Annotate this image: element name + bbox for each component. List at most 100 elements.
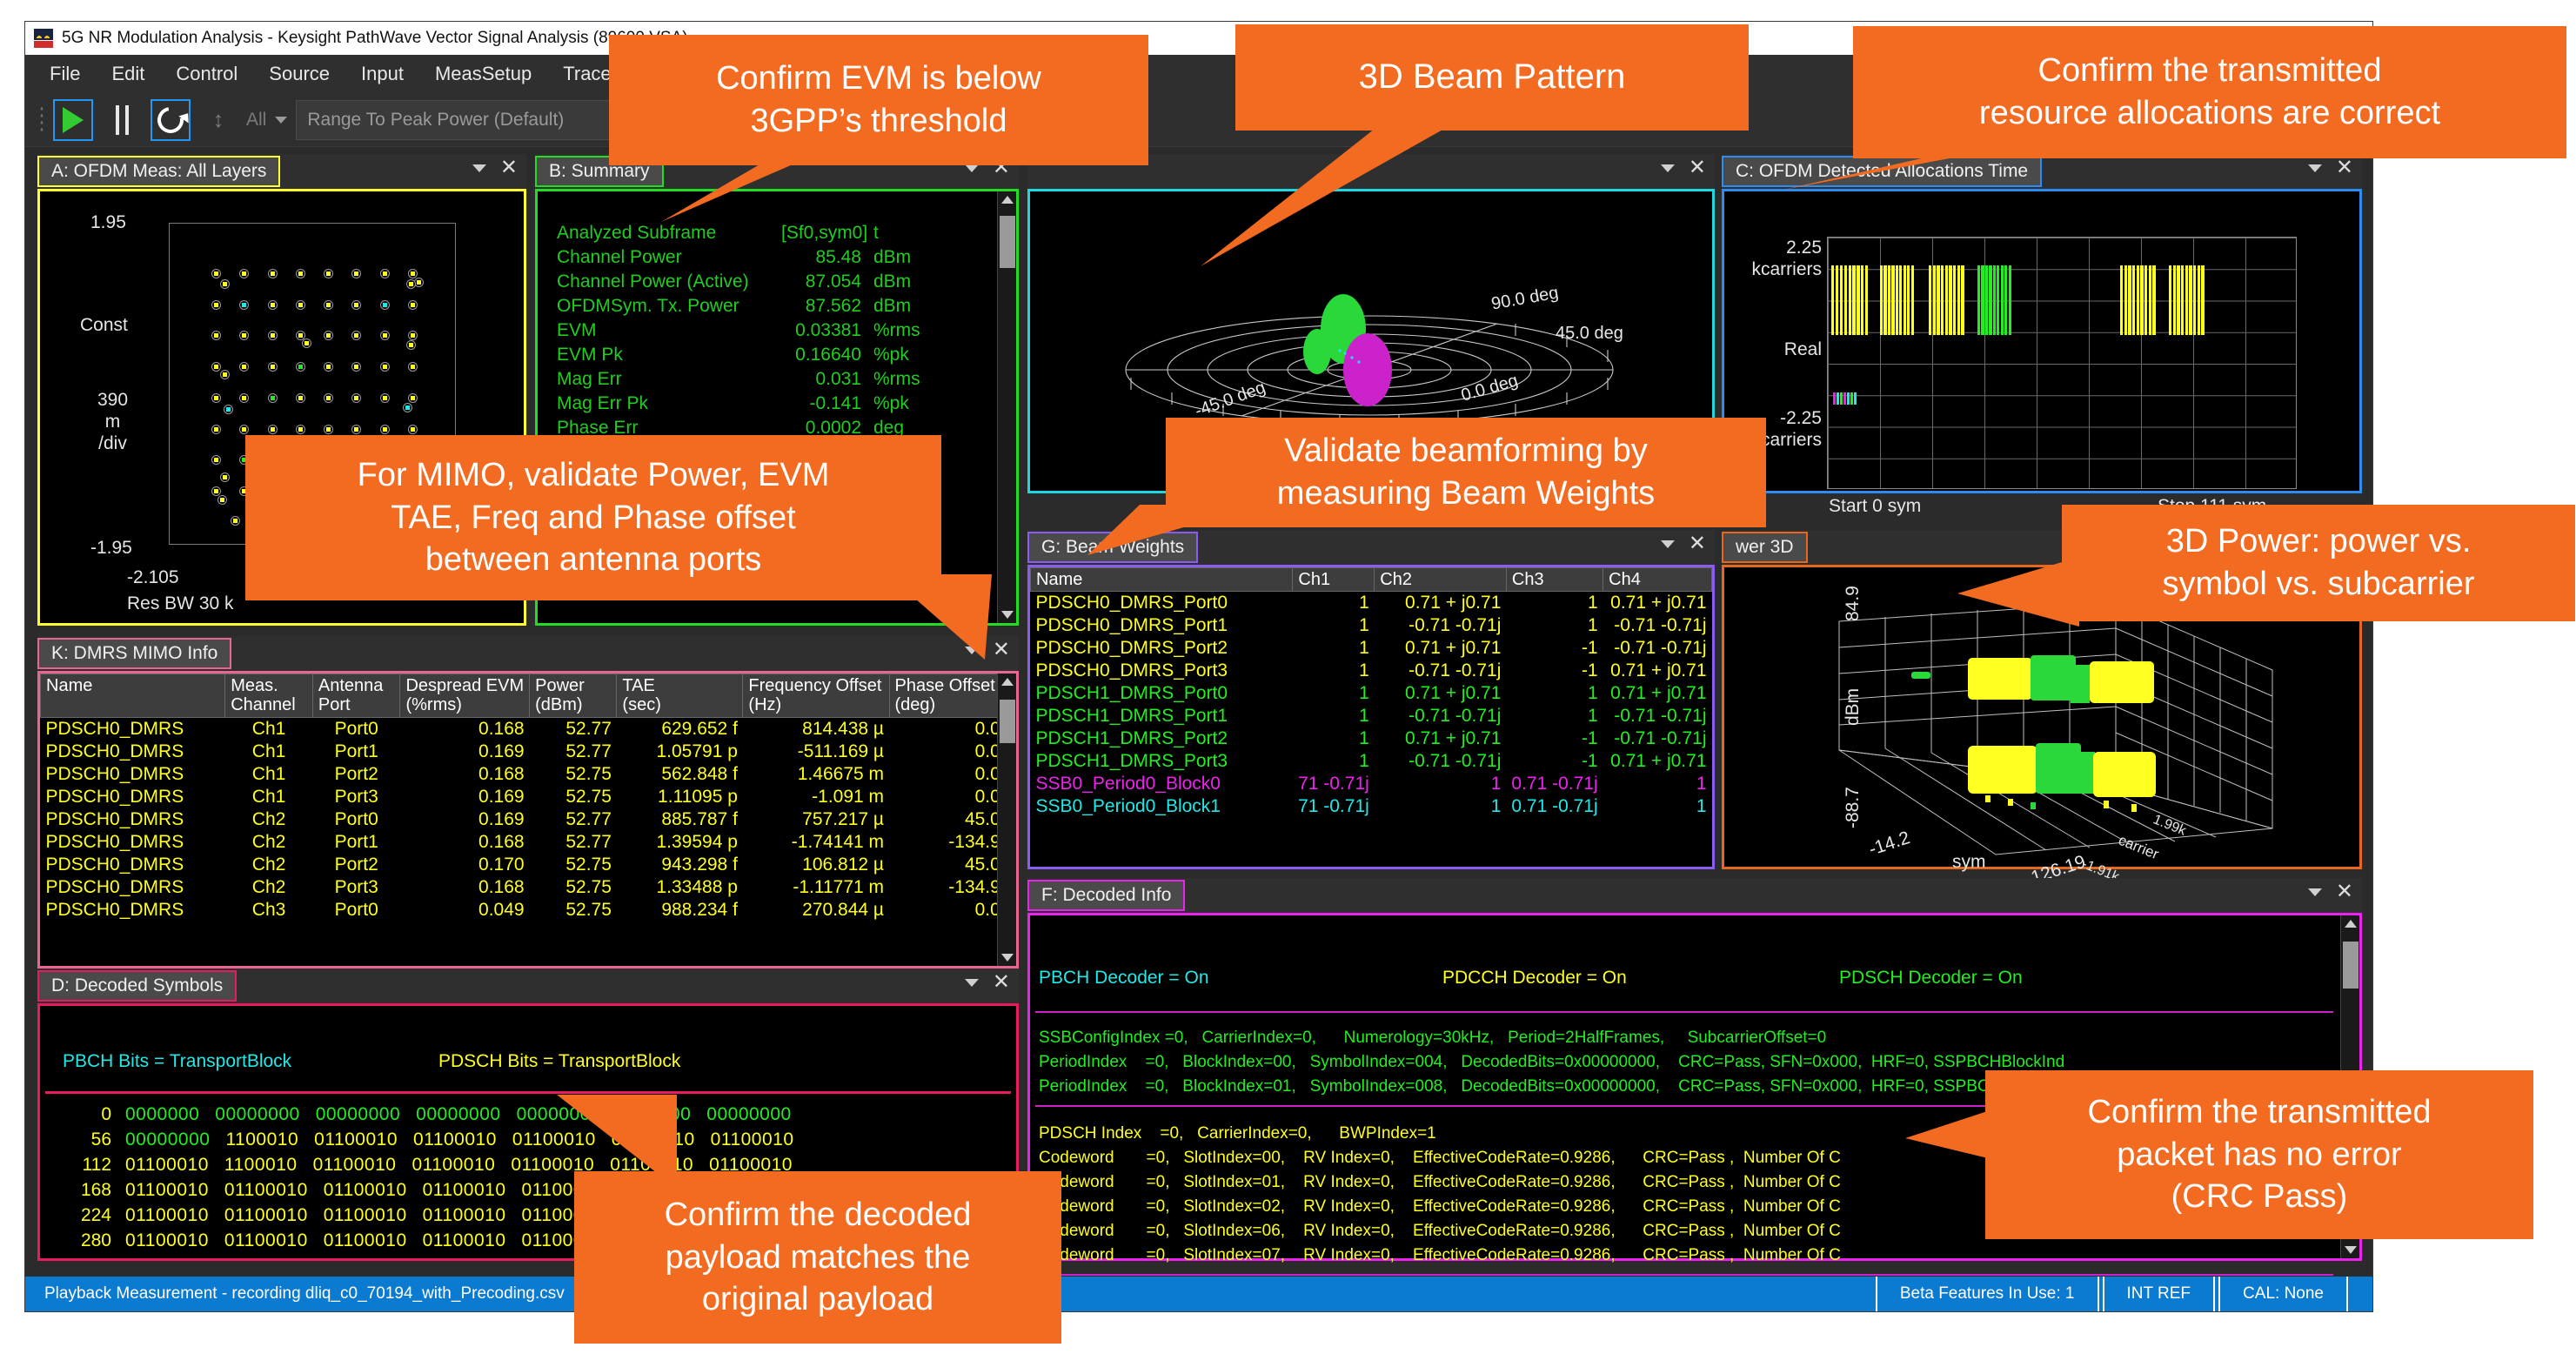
panel-k-scrollbar[interactable] xyxy=(997,674,1016,966)
table-row[interactable]: PDSCH0_DMRS Ch1 Port0 0.168 52.77 629.652 f 81… xyxy=(41,717,1016,741)
table-row[interactable]: PDSCH0_DMRS Ch3 Port0 0.049 52.75 988.234 f 27… xyxy=(41,899,1016,922)
codeword-row-3: Codeword =0, SlotIndex=06, RV Index=0, E… xyxy=(1039,1222,1841,1240)
row-index: 168 xyxy=(80,1179,111,1200)
table-row[interactable]: PDSCH0_DMRS Ch2 Port3 0.168 52.75 1.33488 p -1… xyxy=(41,876,1016,899)
scroll-up-icon[interactable] xyxy=(2345,920,2357,928)
allocation-bar xyxy=(1929,265,1932,335)
constellation-point xyxy=(224,405,233,414)
table-row[interactable]: PDSCH0_DMRS_Port1 1 -0.71 -0.71j 1 -0.71 -0.… xyxy=(1031,614,1712,637)
table-row[interactable]: SSB0_Period0_Block0 71 -0.71j 1 0.71 -0.71j… xyxy=(1031,773,1712,795)
table-row[interactable]: PDSCH0_DMRS_Port2 1 0.71 + j0.71 -1 -0.71 -0… xyxy=(1031,637,1712,660)
chevron-down-icon[interactable] xyxy=(1660,540,1675,548)
callout-pointer-power3d xyxy=(1957,557,2079,627)
table-row[interactable]: PDSCH1_DMRS_Port3 1 -0.71 -0.71j -1 0.71 + j… xyxy=(1031,750,1712,773)
table-row[interactable]: PDSCH0_DMRS Ch2 Port1 0.168 52.77 1.39594 p -1… xyxy=(41,831,1016,854)
menu-item-source[interactable]: Source xyxy=(269,63,330,85)
close-icon[interactable]: ✕ xyxy=(500,158,518,178)
panel-f-tab[interactable]: F: Decoded Info xyxy=(1027,880,1186,911)
pause-button[interactable] xyxy=(102,99,142,141)
summary-unit: %pk xyxy=(873,393,909,413)
panel-k-tab[interactable]: K: DMRS MIMO Info xyxy=(37,638,232,669)
bit-group: 01100010 xyxy=(125,1179,209,1200)
table-row[interactable]: PDSCH0_DMRS_Port3 1 -0.71 -0.71j -1 0.71 + j… xyxy=(1031,660,1712,682)
cell-ch3: 1 xyxy=(1587,706,1598,727)
column-header[interactable]: Name xyxy=(1029,566,1294,593)
scroll-down-icon[interactable] xyxy=(1001,954,1014,962)
chevron-down-icon[interactable] xyxy=(2307,164,2322,172)
column-header[interactable]: Frequency Offset (Hz) xyxy=(742,674,890,718)
menu-item-edit[interactable]: Edit xyxy=(111,63,144,85)
cell-name: PDSCH0_DMRS_Port3 xyxy=(1035,660,1228,681)
scrollbar-thumb[interactable] xyxy=(1000,216,1015,268)
chevron-down-icon[interactable] xyxy=(2307,888,2322,896)
pdcch-decoder-status: PDCCH Decoder = On xyxy=(1442,968,1627,988)
column-header[interactable]: Antenna Port xyxy=(311,674,401,718)
cell-port: Port0 xyxy=(334,899,378,920)
close-icon[interactable]: ✕ xyxy=(993,972,1010,993)
column-header[interactable]: Ch1 xyxy=(1292,566,1375,593)
panel-d-tab[interactable]: D: Decoded Symbols xyxy=(37,970,238,1002)
close-icon[interactable]: ✕ xyxy=(2336,158,2353,178)
panel-f-controls: ✕ xyxy=(2307,881,2353,902)
restart-button[interactable] xyxy=(151,98,191,141)
toolbar-grip[interactable] xyxy=(39,104,44,135)
panel-b-scrollbar[interactable] xyxy=(997,191,1016,623)
menu-item-control[interactable]: Control xyxy=(176,63,238,85)
chevron-down-icon[interactable] xyxy=(275,116,288,124)
table-row[interactable]: PDSCH0_DMRS Ch1 Port3 0.169 52.75 1.11095 p -1… xyxy=(41,786,1016,808)
table-row[interactable]: SSB0_Period0_Block1 71 -0.71j 1 0.71 -0.71j… xyxy=(1031,795,1712,818)
table-row[interactable]: PDSCH0_DMRS Ch2 Port2 0.170 52.75 943.298 f 10… xyxy=(41,854,1016,876)
table-row[interactable]: PDSCH1_DMRS_Port0 1 0.71 + j0.71 1 0.71 + j0… xyxy=(1031,682,1712,705)
table-row[interactable]: PDSCH0_DMRS Ch1 Port1 0.169 52.77 1.05791 p -5… xyxy=(41,741,1016,763)
constellation-point xyxy=(267,299,278,310)
summary-label: EVM xyxy=(557,320,597,340)
chevron-down-icon[interactable] xyxy=(472,164,486,172)
menu-item-trace[interactable]: Trace xyxy=(563,63,611,85)
chevron-down-icon[interactable] xyxy=(1660,164,1675,172)
table-row[interactable]: PDSCH1_DMRS_Port2 1 0.71 + j0.71 -1 -0.71 -0… xyxy=(1031,727,1712,750)
range-combo[interactable]: Range To Peak Power (Default) xyxy=(296,99,645,140)
column-header[interactable]: Name xyxy=(39,674,226,718)
panel-power3d-tab[interactable]: wer 3D xyxy=(1722,532,1808,563)
cell-name: PDSCH1_DMRS_Port2 xyxy=(1035,728,1228,749)
scroll-up-icon[interactable] xyxy=(1001,678,1014,686)
column-header[interactable]: Ch3 xyxy=(1505,566,1604,593)
panel-a-tab[interactable]: A: OFDM Meas: All Layers xyxy=(37,156,281,187)
constellation-point xyxy=(408,331,418,341)
power3d-z-unit-label: dBm xyxy=(1843,687,1863,726)
status-int-ref[interactable]: INT REF xyxy=(2102,1277,2216,1311)
constellation-point xyxy=(379,299,390,310)
bit-group: 01100010 xyxy=(710,1129,794,1150)
constellation-point xyxy=(295,424,305,434)
panel-a-header: A: OFDM Meas: All Layers ✕ xyxy=(37,154,526,189)
close-icon[interactable]: ✕ xyxy=(1689,533,1706,554)
menu-item-meassetup[interactable]: MeasSetup xyxy=(435,63,532,85)
column-header[interactable]: Ch2 xyxy=(1374,566,1507,593)
chevron-down-icon[interactable] xyxy=(964,978,979,987)
close-icon[interactable]: ✕ xyxy=(1689,158,1706,178)
table-row[interactable]: PDSCH0_DMRS_Port0 1 0.71 + j0.71 1 0.71 + j0… xyxy=(1031,592,1712,615)
menu-item-file[interactable]: File xyxy=(50,63,80,85)
column-header[interactable]: Meas. Channel xyxy=(224,674,313,718)
column-header[interactable]: Despread EVM (%rms) xyxy=(399,674,531,718)
column-header[interactable]: Ch4 xyxy=(1602,566,1712,593)
constellation-point xyxy=(324,362,334,372)
scroll-down-icon[interactable] xyxy=(2345,1246,2357,1254)
scrollbar-thumb[interactable] xyxy=(2343,942,2359,989)
allocation-bar xyxy=(2000,265,2004,335)
play-button[interactable] xyxy=(53,98,93,141)
status-beta-features[interactable]: Beta Features In Use: 1 xyxy=(1875,1277,2099,1311)
status-cal[interactable]: CAL: None xyxy=(2218,1277,2348,1311)
panel-c-controls: ✕ xyxy=(2307,158,2353,178)
column-header[interactable]: Power (dBm) xyxy=(529,674,618,718)
table-row[interactable]: PDSCH0_DMRS Ch2 Port0 0.169 52.77 885.787 f 75… xyxy=(41,808,1016,831)
close-icon[interactable]: ✕ xyxy=(2336,881,2353,902)
column-header[interactable]: TAE (sec) xyxy=(616,674,744,718)
scrollbar-thumb[interactable] xyxy=(1000,700,1015,743)
menu-item-input[interactable]: Input xyxy=(361,63,404,85)
table-row[interactable]: PDSCH1_DMRS_Port1 1 -0.71 -0.71j 1 -0.71 -0.… xyxy=(1031,705,1712,727)
scroll-up-icon[interactable] xyxy=(1001,196,1014,204)
allocation-bar-ssb xyxy=(1854,392,1857,405)
cell-pwr: 52.77 xyxy=(565,831,612,852)
table-row[interactable]: PDSCH0_DMRS Ch1 Port2 0.168 52.75 562.848 f 1.… xyxy=(41,763,1016,786)
